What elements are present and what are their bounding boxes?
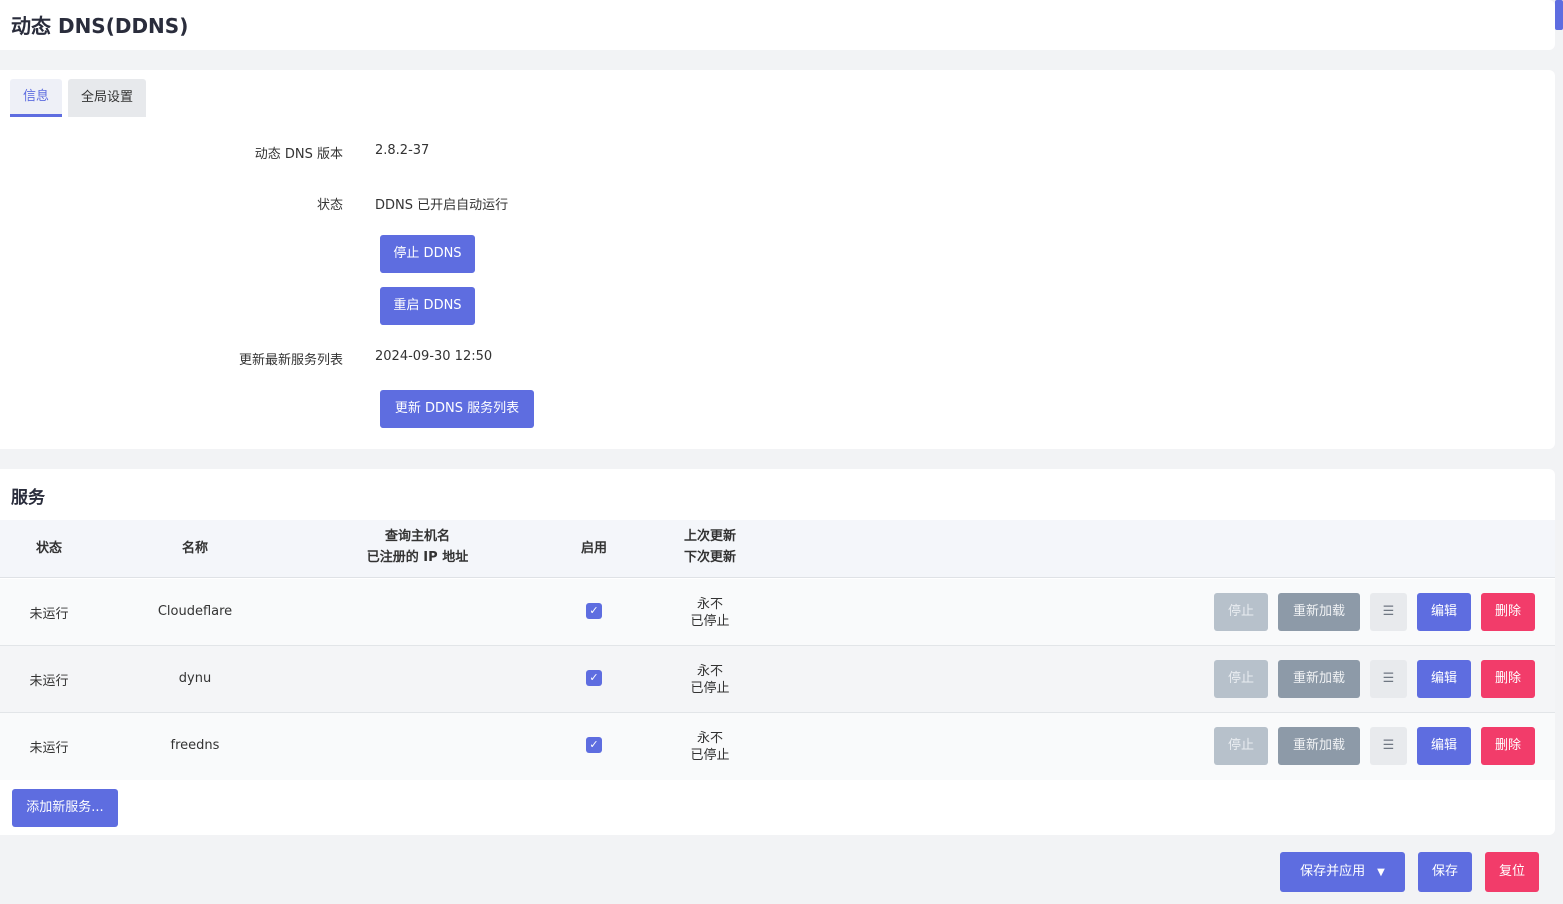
services-title: 服务 [11,488,45,508]
row-update: 永不 已停止 [670,730,750,764]
header-host-line1: 查询主机名 [384,529,450,544]
reload-service-button[interactable]: 重新加载 [1278,660,1360,698]
drag-handle-icon[interactable]: ☰ [1370,727,1407,765]
row-status: 未运行 [29,607,69,622]
delete-service-button[interactable]: 删除 [1481,727,1535,765]
stop-service-button[interactable]: 停止 [1214,593,1268,631]
row-name: Cloudeflare [157,604,233,619]
row-last-update: 永不 [696,664,723,679]
row-update: 永不 已停止 [670,663,750,697]
service-list-label: 更新最新服务列表 [238,353,343,368]
save-apply-button[interactable]: 保存并应用 ▼ [1280,852,1405,892]
reload-service-button[interactable]: 重新加载 [1278,727,1360,765]
tab-info[interactable]: 信息 [10,79,63,117]
page-title: 动态 DNS(DDNS) [11,14,189,38]
header-update-line2: 下次更新 [683,550,736,565]
header-name: 名称 [181,541,208,556]
caret-down-icon[interactable]: ▼ [1377,867,1385,878]
row-next-update: 已停止 [690,681,730,696]
edit-service-button[interactable]: 编辑 [1417,727,1471,765]
update-service-list-button[interactable]: 更新 DDNS 服务列表 [380,390,534,428]
enabled-checkbox[interactable]: ✓ [586,603,602,619]
table-row: 未运行 freedns ✓ 永不 已停止 停止 重新加载 ☰ 编辑 删除 [0,713,1555,780]
check-icon: ✓ [589,738,599,751]
scroll-track[interactable] [1555,30,1563,904]
status-value: DDNS 已开启自动运行 [375,198,509,213]
stop-service-button[interactable]: 停止 [1214,727,1268,765]
stop-ddns-button[interactable]: 停止 DDNS [380,235,475,273]
row-name: dynu [178,671,212,686]
header-status: 状态 [35,541,62,556]
row-name: freedns [170,738,220,753]
enabled-checkbox[interactable]: ✓ [586,670,602,686]
edit-service-button[interactable]: 编辑 [1417,593,1471,631]
row-next-update: 已停止 [690,748,730,763]
row-status: 未运行 [29,741,69,756]
status-label: 状态 [316,198,343,213]
service-list-date: 2024-09-30 12:50 [375,349,493,364]
save-button[interactable]: 保存 [1418,852,1472,892]
save-apply-label: 保存并应用 [1300,864,1366,879]
tab-global-settings[interactable]: 全局设置 [68,79,147,117]
check-icon: ✓ [589,604,599,617]
table-row: 未运行 dynu ✓ 永不 已停止 停止 重新加载 ☰ 编辑 删除 [0,646,1555,713]
version-label: 动态 DNS 版本 [254,147,343,162]
row-status: 未运行 [29,674,69,689]
drag-handle-icon[interactable]: ☰ [1370,660,1407,698]
services-card: 服务 状态 名称 查询主机名 已注册的 IP 地址 启用 上次更新 下次更新 未… [0,469,1555,835]
reload-service-button[interactable]: 重新加载 [1278,593,1360,631]
check-icon: ✓ [589,671,599,684]
table-row: 未运行 Cloudeflare ✓ 永不 已停止 停止 重新加载 ☰ 编辑 删除 [0,579,1555,646]
tab-bar: 信息 全局设置 [10,79,147,117]
add-service-button[interactable]: 添加新服务... [12,789,118,827]
info-card: 信息 全局设置 动态 DNS 版本 2.8.2-37 状态 DDNS 已开启自动… [0,70,1555,449]
delete-service-button[interactable]: 删除 [1481,593,1535,631]
scroll-thumb[interactable] [1555,0,1563,30]
row-last-update: 永不 [696,731,723,746]
row-update: 永不 已停止 [670,596,750,630]
header-enabled: 启用 [580,541,607,556]
row-last-update: 永不 [696,597,723,612]
enabled-checkbox[interactable]: ✓ [586,737,602,753]
header-host: 查询主机名 已注册的 IP 地址 [340,526,495,568]
header-update: 上次更新 下次更新 [670,526,750,568]
delete-service-button[interactable]: 删除 [1481,660,1535,698]
row-next-update: 已停止 [690,614,730,629]
reset-button[interactable]: 复位 [1485,852,1539,892]
title-card: 动态 DNS(DDNS) [0,0,1555,50]
drag-handle-icon[interactable]: ☰ [1370,593,1407,631]
stop-service-button[interactable]: 停止 [1214,660,1268,698]
restart-ddns-button[interactable]: 重启 DDNS [380,287,475,325]
header-host-line2: 已注册的 IP 地址 [366,550,469,565]
version-value: 2.8.2-37 [375,143,430,158]
edit-service-button[interactable]: 编辑 [1417,660,1471,698]
services-table-header: 状态 名称 查询主机名 已注册的 IP 地址 启用 上次更新 下次更新 [0,520,1555,578]
header-update-line1: 上次更新 [683,529,736,544]
